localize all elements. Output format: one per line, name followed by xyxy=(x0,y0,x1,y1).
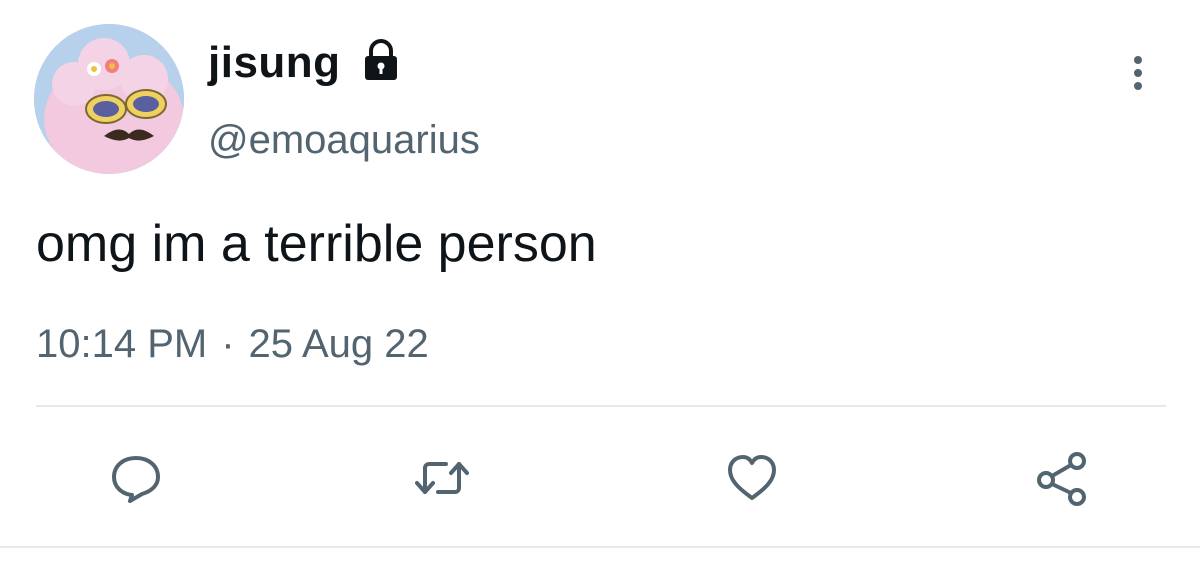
retweet-icon xyxy=(415,462,469,494)
retweet-button[interactable] xyxy=(410,446,474,510)
display-name[interactable]: jisung xyxy=(208,40,341,85)
share-icon xyxy=(1037,452,1086,506)
share-button[interactable] xyxy=(1030,446,1094,510)
tweet-text: omg im a terrible person xyxy=(36,215,597,273)
heart-icon xyxy=(728,455,776,500)
author-handle[interactable]: @emoaquarius xyxy=(208,120,480,160)
tweet-timestamp[interactable]: 10:14 PM · 25 Aug 22 xyxy=(36,324,429,364)
lock-icon xyxy=(359,38,403,87)
divider xyxy=(0,546,1200,548)
divider xyxy=(36,405,1166,407)
tweet-date[interactable]: 25 Aug 22 xyxy=(249,324,429,364)
more-vertical-icon[interactable] xyxy=(1118,52,1158,92)
tweet-time[interactable]: 10:14 PM xyxy=(36,324,207,364)
timestamp-separator: · xyxy=(221,322,235,366)
author-name-row: jisung xyxy=(208,38,403,87)
like-button[interactable] xyxy=(720,446,784,510)
avatar[interactable] xyxy=(34,24,184,174)
reply-button[interactable] xyxy=(104,446,168,510)
reply-icon xyxy=(112,456,160,503)
